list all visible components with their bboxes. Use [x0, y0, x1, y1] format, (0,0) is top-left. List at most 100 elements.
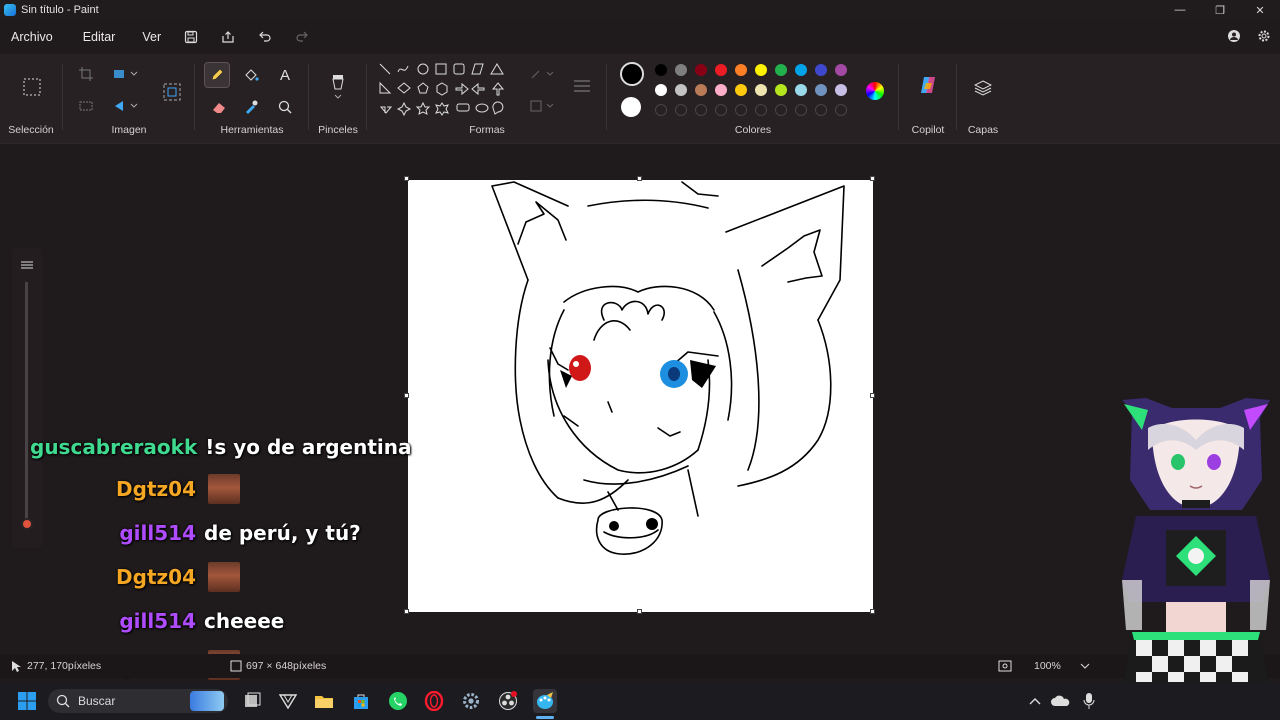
windows-start-icon[interactable]	[16, 690, 38, 712]
copilot-label: Copilot	[911, 124, 945, 136]
zoom-dropdown-icon[interactable]	[1080, 662, 1090, 670]
shape-fill-icon[interactable]	[528, 98, 558, 114]
palette-color-swatch[interactable]	[695, 64, 707, 76]
palette-color-swatch[interactable]	[775, 64, 787, 76]
file-explorer-icon[interactable]	[313, 690, 335, 712]
edit-colors-wheel-icon[interactable]	[866, 82, 884, 100]
settings-gear-icon[interactable]	[1256, 28, 1272, 44]
minimize-button[interactable]: —	[1160, 0, 1200, 20]
crop-icon[interactable]	[78, 66, 94, 82]
canvas-size: 697 × 648píxeles	[246, 660, 327, 672]
shapes-gallery-icon[interactable]	[378, 62, 514, 126]
select-all-icon[interactable]	[78, 98, 94, 114]
resize-handle[interactable]	[870, 393, 875, 398]
palette-color-swatch[interactable]	[675, 64, 687, 76]
palette-color-swatch[interactable]	[655, 64, 667, 76]
text-tool-icon[interactable]: A	[276, 66, 294, 84]
rotate-icon[interactable]	[112, 98, 140, 114]
palette-color-swatch[interactable]	[795, 64, 807, 76]
select-rectangle-icon[interactable]	[20, 72, 44, 102]
fill-bucket-icon[interactable]	[242, 66, 260, 84]
palette-color-swatch[interactable]	[675, 84, 687, 96]
palette-color-swatch[interactable]	[735, 64, 747, 76]
palette-color-swatch[interactable]	[835, 84, 847, 96]
shape-outline-icon[interactable]	[528, 66, 558, 82]
drawing-canvas[interactable]	[404, 176, 875, 614]
custom-color-slot[interactable]	[735, 104, 747, 116]
palette-color-swatch[interactable]	[755, 64, 767, 76]
menu-ver[interactable]: Ver	[131, 30, 172, 44]
palette-color-swatch[interactable]	[815, 64, 827, 76]
resize-handle[interactable]	[404, 176, 409, 181]
resize-icon[interactable]	[112, 66, 140, 82]
image-background-icon[interactable]	[160, 80, 184, 104]
resize-handle[interactable]	[870, 609, 875, 614]
menu-archivo[interactable]: Archivo	[0, 30, 64, 44]
tools-label: Herramientas	[220, 124, 284, 136]
obs-studio-icon[interactable]	[497, 690, 519, 712]
custom-color-slot[interactable]	[775, 104, 787, 116]
layers-group: Capas	[958, 54, 1008, 144]
primary-color-swatch[interactable]	[620, 62, 644, 86]
custom-color-slot[interactable]	[715, 104, 727, 116]
secondary-color-swatch[interactable]	[621, 97, 641, 117]
chat-message-text: cheeee	[204, 609, 285, 633]
onedrive-icon[interactable]	[1050, 690, 1072, 712]
custom-color-slot[interactable]	[835, 104, 847, 116]
palette-color-swatch[interactable]	[735, 84, 747, 96]
resize-handle[interactable]	[404, 393, 409, 398]
brush-size-slider[interactable]	[12, 248, 42, 548]
pencil-icon[interactable]	[204, 62, 230, 88]
palette-color-swatch[interactable]	[715, 84, 727, 96]
vtuber-app-icon[interactable]	[277, 690, 299, 712]
palette-color-swatch[interactable]	[815, 84, 827, 96]
account-icon[interactable]	[1226, 28, 1242, 44]
menu-editar[interactable]: Editar	[72, 30, 127, 44]
close-button[interactable]: ✕	[1240, 0, 1280, 20]
resize-handle[interactable]	[637, 176, 642, 181]
canvas-size-icon	[230, 660, 242, 672]
settings-icon[interactable]	[460, 690, 482, 712]
microsoft-store-icon[interactable]	[350, 690, 372, 712]
cursor-position: 277, 170píxeles	[27, 660, 102, 672]
redo-icon[interactable]	[283, 25, 320, 49]
share-icon[interactable]	[209, 25, 246, 49]
eraser-icon[interactable]	[210, 98, 228, 116]
palette-color-swatch[interactable]	[695, 84, 707, 96]
maximize-button[interactable]: ❐	[1200, 0, 1240, 20]
custom-color-slot[interactable]	[815, 104, 827, 116]
show-hidden-icons-chevron-icon[interactable]	[1024, 690, 1046, 712]
fit-to-window-icon[interactable]	[998, 660, 1012, 672]
whatsapp-icon[interactable]	[387, 690, 409, 712]
palette-color-swatch[interactable]	[795, 84, 807, 96]
brush-icon[interactable]	[328, 72, 348, 102]
palette-color-swatch[interactable]	[835, 64, 847, 76]
undo-icon[interactable]	[246, 25, 283, 49]
palette-color-swatch[interactable]	[715, 64, 727, 76]
custom-color-slot[interactable]	[795, 104, 807, 116]
custom-color-slot[interactable]	[655, 104, 667, 116]
custom-color-slot[interactable]	[695, 104, 707, 116]
palette-color-swatch[interactable]	[655, 84, 667, 96]
chat-message: guscabreraokk !s yo de argentina	[30, 430, 411, 464]
zoom-level[interactable]: 100%	[1034, 660, 1061, 672]
resize-handle[interactable]	[870, 176, 875, 181]
custom-color-slot[interactable]	[755, 104, 767, 116]
taskbar-search[interactable]: Buscar	[48, 689, 228, 713]
paint-taskbar-icon[interactable]	[533, 689, 557, 713]
palette-color-swatch[interactable]	[755, 84, 767, 96]
copilot-icon[interactable]	[917, 74, 939, 96]
slider-graphics	[21, 261, 33, 530]
resize-handle[interactable]	[404, 609, 409, 614]
resize-handle[interactable]	[637, 609, 642, 614]
microphone-icon[interactable]	[1078, 690, 1100, 712]
magnifier-icon[interactable]	[276, 98, 294, 116]
task-view-icon[interactable]	[241, 690, 263, 712]
save-icon[interactable]	[172, 25, 209, 49]
custom-color-slot[interactable]	[675, 104, 687, 116]
layers-icon[interactable]	[973, 78, 993, 98]
palette-color-swatch[interactable]	[775, 84, 787, 96]
color-picker-icon[interactable]	[242, 98, 260, 116]
stroke-size-icon[interactable]	[570, 76, 594, 96]
opera-gx-icon[interactable]	[423, 690, 445, 712]
